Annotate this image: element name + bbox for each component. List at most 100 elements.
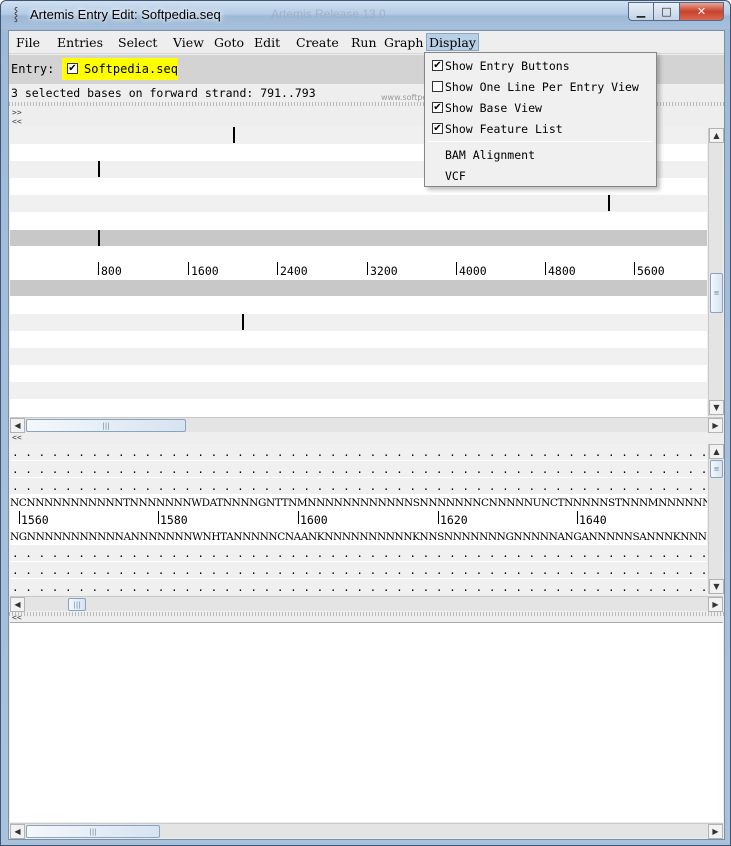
ruler-tick xyxy=(634,262,635,275)
menu-item-one-line-per-entry[interactable]: Show One Line Per Entry View xyxy=(425,77,656,98)
scroll-right-arrow-icon[interactable]: ▶ xyxy=(708,418,723,433)
scroll-left-arrow-icon[interactable]: ◀ xyxy=(10,824,25,839)
ruler-tick xyxy=(98,262,99,275)
frame-row: . . . . . . . . . . . . . . . . . . . . … xyxy=(10,444,707,460)
scroll-thumb[interactable]: ||| xyxy=(26,825,160,838)
baseview-horizontal-scrollbar[interactable]: ◀ ||| ▶ xyxy=(10,596,723,612)
ruler-label: 1560 xyxy=(21,513,49,527)
ruler-label: 4800 xyxy=(548,264,576,278)
entry-checkbox[interactable]: ✔ xyxy=(67,63,78,74)
scroll-thumb[interactable]: ||| xyxy=(26,419,186,432)
splitter[interactable] xyxy=(9,612,724,616)
menu-item-label: Show Base View xyxy=(445,101,542,115)
frame-row: . . . . . . . . . . . . . . . . . . . . … xyxy=(10,478,707,494)
frame-row: . . . . . . . . . . . . . . . . . . . . … xyxy=(10,579,707,594)
reverse-strand-row xyxy=(10,280,707,296)
window-title: Artemis Entry Edit: Softpedia.seq xyxy=(30,7,221,22)
reverse-sequence: NGNNNNNNNNNNNANNNNNNNWNHTANNNNNCNAANKNNN… xyxy=(10,531,707,543)
scroll-down-arrow-icon[interactable]: ▼ xyxy=(709,400,724,415)
frame-row xyxy=(10,382,707,399)
menu-item-show-feature-list[interactable]: ✔ Show Feature List xyxy=(425,119,656,140)
overview-horizontal-scrollbar[interactable]: ◀ ||| ▶ xyxy=(10,417,723,433)
scroll-right-arrow-icon[interactable]: ▶ xyxy=(708,824,723,839)
menu-item-show-entry-buttons[interactable]: ✔ Show Entry Buttons xyxy=(425,56,656,77)
ruler-label: 1640 xyxy=(579,513,607,527)
background-window-title: Artemis Release 13.0 xyxy=(271,7,386,21)
app-window: ⸾ Artemis Entry Edit: Softpedia.seq Arte… xyxy=(0,0,731,846)
ruler-label: 3200 xyxy=(370,264,398,278)
entry-label: Entry: xyxy=(11,62,55,76)
menu-item-show-base-view[interactable]: ✔ Show Base View xyxy=(425,98,656,119)
menu-item-label: BAM Alignment xyxy=(445,148,536,162)
frame-row: . . . . . . . . . . . . . . . . . . . . … xyxy=(10,461,707,477)
menu-item-label: Show Entry Buttons xyxy=(445,59,570,73)
menu-display[interactable]: Display xyxy=(426,33,479,51)
frame-row xyxy=(10,314,707,331)
forward-strand-row xyxy=(10,230,707,246)
checkbox-checked-icon: ✔ xyxy=(432,60,443,71)
overview-vertical-scrollbar[interactable]: ▲ ≡ ▼ xyxy=(708,128,724,416)
baseview-vertical-scrollbar[interactable]: ▲ ≡ ▼ xyxy=(708,444,724,594)
ruler-tick xyxy=(277,262,278,275)
menu-file[interactable]: File xyxy=(14,34,42,52)
menu-view[interactable]: View xyxy=(171,34,206,52)
ruler-tick xyxy=(438,511,439,524)
ruler-label: 1600 xyxy=(300,513,328,527)
scroll-thumb[interactable]: ||| xyxy=(68,598,86,611)
ruler-tick xyxy=(188,262,189,275)
menu-select[interactable]: Select xyxy=(116,34,159,52)
entry-name: Softpedia.seq xyxy=(84,62,178,76)
entry-toggle-softpedia[interactable]: ✔ Softpedia.seq xyxy=(62,58,178,80)
menu-entries[interactable]: Entries xyxy=(55,34,105,52)
base-view-panel[interactable]: . . . . . . . . . . . . . . . . . . . . … xyxy=(10,444,707,594)
ruler-label: 2400 xyxy=(280,264,308,278)
menu-bar: File Entries Select View Goto Edit Creat… xyxy=(9,31,724,54)
selection-status: 3 selected bases on forward strand: 791.… xyxy=(11,86,316,100)
minimize-button[interactable]: ▁ xyxy=(628,2,654,21)
expand-toggle[interactable]: >> xyxy=(12,109,30,117)
maximize-button[interactable]: □ xyxy=(654,2,680,21)
menu-edit[interactable]: Edit xyxy=(252,34,282,52)
menu-item-label: Show One Line Per Entry View xyxy=(445,80,639,94)
ruler-tick xyxy=(19,511,20,524)
stop-codon-mark xyxy=(608,195,610,211)
collapse-toggle[interactable]: << xyxy=(12,614,30,622)
scroll-left-arrow-icon[interactable]: ◀ xyxy=(10,418,25,433)
scroll-down-arrow-icon[interactable]: ▼ xyxy=(709,579,724,594)
forward-sequence: NCNNNNNNNNNNNTNNNNNNNWDATNNNNGNTTNMNNNNN… xyxy=(10,497,707,509)
menu-create[interactable]: Create xyxy=(294,34,341,52)
display-menu-dropdown: ✔ Show Entry Buttons Show One Line Per E… xyxy=(424,52,657,187)
scroll-up-arrow-icon[interactable]: ▲ xyxy=(709,128,724,143)
selection-marker xyxy=(98,230,100,246)
menu-item-label: Show Feature List xyxy=(445,122,563,136)
featurelist-horizontal-scrollbar[interactable]: ◀ ||| ▶ xyxy=(10,823,723,839)
menu-item-label: VCF xyxy=(445,169,466,183)
menu-separator xyxy=(428,141,653,142)
scroll-thumb[interactable]: ≡ xyxy=(710,273,723,313)
menu-run[interactable]: Run xyxy=(349,34,379,52)
frame-row xyxy=(10,348,707,365)
menu-graph[interactable]: Graph xyxy=(382,34,425,52)
collapse-toggle[interactable]: << xyxy=(12,118,30,126)
menu-item-vcf[interactable]: VCF xyxy=(425,166,656,187)
scroll-thumb[interactable]: ≡ xyxy=(710,460,723,478)
scroll-up-arrow-icon[interactable]: ▲ xyxy=(709,444,724,459)
feature-list-panel[interactable] xyxy=(10,622,723,822)
close-button[interactable]: ✕ xyxy=(680,2,724,21)
menu-goto[interactable]: Goto xyxy=(212,34,246,52)
frame-row: . . . . . . . . . . . . . . . . . . . . … xyxy=(10,562,707,578)
ruler-label: 5600 xyxy=(637,264,665,278)
menu-item-bam-alignment[interactable]: BAM Alignment xyxy=(425,145,656,166)
gene-icon: ⸾ xyxy=(13,7,19,22)
collapse-toggle[interactable]: << xyxy=(12,434,30,442)
scroll-left-arrow-icon[interactable]: ◀ xyxy=(10,597,25,612)
ruler-tick xyxy=(158,511,159,524)
scroll-right-arrow-icon[interactable]: ▶ xyxy=(708,597,723,612)
ruler-label: 4000 xyxy=(459,264,487,278)
stop-codon-mark xyxy=(242,314,244,330)
title-bar[interactable]: ⸾ Artemis Entry Edit: Softpedia.seq Arte… xyxy=(1,1,730,29)
ruler-tick xyxy=(545,262,546,275)
checkbox-checked-icon: ✔ xyxy=(432,123,443,134)
ruler-label: 800 xyxy=(101,264,122,278)
checkbox-checked-icon: ✔ xyxy=(432,102,443,113)
